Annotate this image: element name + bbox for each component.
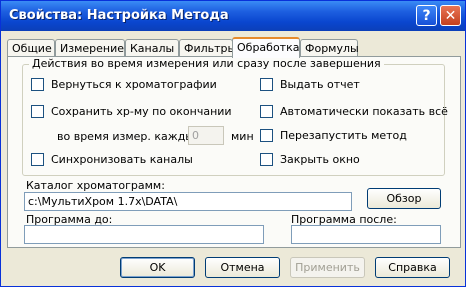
close-icon: ✕: [444, 7, 457, 24]
interval-label: во время измер. каждые: [57, 130, 201, 143]
save-chrom-label[interactable]: Сохранить хр-му по окончании: [51, 105, 232, 118]
ok-button[interactable]: OK: [120, 257, 195, 278]
catalog-label: Каталог хроматограмм:: [26, 179, 165, 192]
cancel-button[interactable]: Отмена: [205, 257, 280, 278]
tab-processing[interactable]: Обработка: [232, 37, 300, 58]
close-window-checkbox[interactable]: [260, 153, 273, 166]
auto-show-all-label[interactable]: Автоматически показать всё: [280, 105, 448, 118]
return-chrom-label[interactable]: Вернуться к хроматографии: [51, 78, 217, 91]
close-window-button[interactable]: ✕: [440, 5, 461, 26]
tab-filters[interactable]: Фильтры: [179, 39, 236, 57]
save-chrom-checkbox[interactable]: [31, 105, 44, 118]
browse-button[interactable]: Обзор: [367, 188, 441, 209]
restart-method-label[interactable]: Перезапустить метод: [280, 129, 407, 142]
question-icon: ?: [422, 7, 431, 24]
interval-unit: мин: [231, 130, 254, 143]
apply-button[interactable]: Применить: [290, 257, 365, 278]
issue-report-label[interactable]: Выдать отчет: [280, 78, 360, 91]
return-chrom-checkbox[interactable]: [31, 78, 44, 91]
help-button[interactable]: Справка: [375, 257, 450, 278]
sync-channels-checkbox[interactable]: [31, 153, 44, 166]
catalog-input[interactable]: c:\МультиХром 1.7x\DATA\: [24, 192, 352, 211]
actions-group-legend: Действия во время измерения или сразу по…: [29, 57, 384, 70]
program-before-input[interactable]: [24, 225, 264, 244]
interval-input[interactable]: 0: [188, 126, 224, 145]
issue-report-checkbox[interactable]: [260, 78, 273, 91]
tab-formulas[interactable]: Формулы: [300, 39, 359, 57]
properties-dialog: Свойства: Настройка Метода ? ✕ Общие Изм…: [0, 0, 466, 287]
tab-general[interactable]: Общие: [7, 39, 55, 57]
restart-method-checkbox[interactable]: [260, 129, 273, 142]
auto-show-all-checkbox[interactable]: [260, 105, 273, 118]
tab-channels[interactable]: Каналы: [125, 39, 179, 57]
sync-channels-label[interactable]: Синхронизовать каналы: [51, 153, 193, 166]
window-title: Свойства: Настройка Метода: [9, 8, 229, 23]
close-window-label[interactable]: Закрыть окно: [280, 153, 360, 166]
program-after-input[interactable]: [291, 225, 441, 244]
tab-measurement[interactable]: Измерение: [55, 39, 125, 57]
help-title-button[interactable]: ?: [416, 5, 437, 26]
title-bar[interactable]: Свойства: Настройка Метода ? ✕: [1, 1, 465, 31]
